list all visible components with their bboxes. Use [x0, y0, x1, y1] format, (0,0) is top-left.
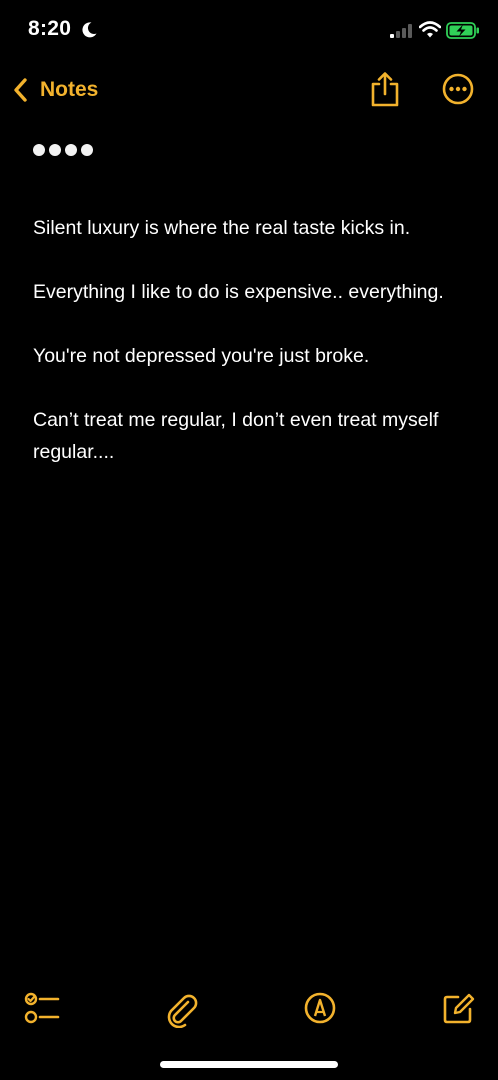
more-icon: [442, 73, 474, 105]
notes-screen: 8:20 Notes Silent luxury is where the re…: [0, 0, 498, 1080]
note-paragraph: Can’t treat me regular, I don’t even tre…: [33, 409, 439, 463]
markup-button[interactable]: [300, 988, 340, 1028]
moon-icon: [82, 22, 97, 38]
mask-dot: [33, 144, 45, 156]
compose-icon: [443, 993, 475, 1024]
bottom-toolbar: [0, 980, 498, 1036]
navigation-bar: Notes: [0, 62, 498, 118]
share-icon: [371, 72, 399, 107]
compose-button[interactable]: [438, 988, 478, 1028]
status-bar: 8:20: [0, 0, 498, 60]
battery-charging-icon: [446, 22, 479, 39]
note-paragraph: Silent luxury is where the real taste ki…: [33, 217, 411, 239]
home-indicator[interactable]: [160, 1061, 338, 1068]
wifi-icon: [419, 21, 441, 38]
share-button[interactable]: [367, 70, 403, 110]
mask-dot: [65, 144, 77, 156]
markup-pen-icon: [304, 992, 336, 1024]
back-button[interactable]: Notes: [10, 72, 98, 108]
note-body[interactable]: Silent luxury is where the real taste ki…: [33, 140, 473, 468]
mask-dot: [81, 144, 93, 156]
checklist-button[interactable]: [22, 988, 62, 1028]
note-paragraph: Everything I like to do is expensive.. e…: [33, 281, 444, 303]
mask-dot: [49, 144, 61, 156]
back-label: Notes: [40, 78, 99, 101]
attachment-button[interactable]: [162, 988, 202, 1029]
checklist-icon: [24, 992, 60, 1024]
status-time: 8:20: [28, 17, 72, 40]
chevron-left-icon: [14, 78, 27, 102]
note-paragraph: You're not depressed you're just broke.: [33, 345, 370, 367]
cellular-signal-icon: [390, 24, 412, 38]
paperclip-icon: [167, 994, 198, 1029]
note-title-masked: [33, 144, 473, 166]
more-button[interactable]: [440, 71, 476, 107]
